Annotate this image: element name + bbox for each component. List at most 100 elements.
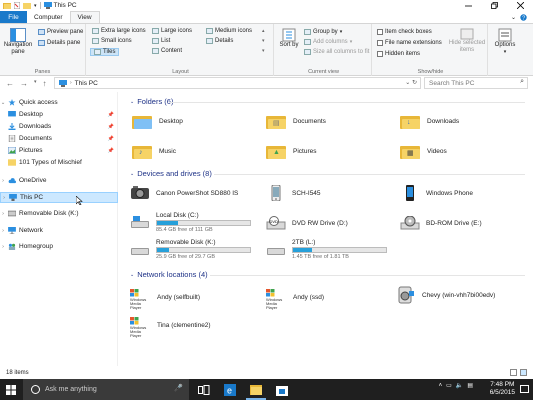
message-icon[interactable]: ▤ (467, 382, 473, 389)
taskbar-clock[interactable]: 7:48 PM 6/5/2015 (490, 381, 515, 397)
sidebar-item-network[interactable]: › Network (0, 225, 118, 236)
device-windows-phone[interactable]: Windows Phone (400, 185, 473, 201)
customize-toolbar-icon[interactable]: ▾ (34, 3, 37, 9)
navigation-pane-button[interactable]: Navigation pane (2, 28, 34, 56)
maximize-button[interactable] (481, 0, 507, 11)
sidebar-item-removable-disk[interactable]: › Removable Disk (K:) (0, 208, 118, 219)
drive-removable-k[interactable]: Removable Disk (K:) 25.9 GB free of 29.7… (130, 239, 251, 260)
drive-2tb-l[interactable]: 2TB (L:) 1.45 TB free of 1.81 TB (266, 239, 387, 260)
expand-chevron-icon[interactable]: › (0, 178, 6, 184)
hidden-items-toggle[interactable]: Hidden items (377, 51, 420, 57)
extra-large-icons-option[interactable]: Extra large icons (92, 28, 146, 34)
help-icon[interactable]: ? (520, 13, 527, 21)
up-arrow-icon[interactable]: ↑ (43, 79, 47, 88)
search-input[interactable]: Search This PC ⌕ (424, 77, 528, 89)
large-icons-view-icon[interactable] (520, 369, 527, 376)
taskbar-search-input[interactable]: Ask me anything 🎤 (23, 379, 189, 400)
large-icons-option[interactable]: Large icons (152, 28, 192, 34)
item-check-boxes-checkbox[interactable] (377, 29, 383, 35)
network-section-header[interactable]: ⌄ Network locations (4) (130, 270, 208, 279)
sidebar-item-homegroup[interactable]: › Homegroup (0, 241, 118, 252)
hidden-items-checkbox[interactable] (377, 51, 383, 57)
list-option[interactable]: List (152, 38, 170, 44)
pin-icon[interactable]: 📌 (108, 124, 114, 130)
folder-downloads[interactable]: ↓ Downloads (400, 114, 459, 129)
layout-scroll-down[interactable]: ▾ (262, 38, 265, 44)
group-by-button[interactable]: Group by ▾ (304, 29, 342, 35)
properties-icon[interactable] (14, 2, 20, 9)
content-option[interactable]: Content (152, 48, 182, 54)
sidebar-item-101-types-of-mischief[interactable]: 101 Types of Mischief (0, 157, 118, 168)
new-folder-icon[interactable] (23, 2, 31, 9)
details-pane-button[interactable]: Details pane (38, 40, 80, 46)
sidebar-item-desktop[interactable]: Desktop 📌 (0, 109, 118, 120)
forward-arrow-icon[interactable]: → (20, 79, 28, 88)
show-hidden-icons-icon[interactable]: ˄ (439, 383, 443, 389)
collapse-chevron-icon[interactable]: ⌄ (130, 171, 134, 177)
expand-chevron-icon[interactable]: › (0, 211, 6, 217)
drive-local-disk-c[interactable]: Local Disk (C:) 85.4 GB free of 111 GB (130, 212, 251, 233)
file-explorer-button[interactable] (246, 383, 266, 400)
collapse-chevron-icon[interactable]: ⌄ (0, 100, 6, 106)
options-button[interactable]: Options ▾ (490, 28, 520, 56)
address-dropdown-icon[interactable]: ⌄ (405, 80, 410, 86)
back-arrow-icon[interactable]: ← (6, 79, 14, 88)
devices-section-header[interactable]: ⌄ Devices and drives (8) (130, 169, 212, 178)
close-button[interactable] (507, 0, 533, 11)
collapse-chevron-icon[interactable]: ⌄ (130, 272, 134, 278)
start-button[interactable] (0, 379, 22, 400)
add-columns-button[interactable]: Add columns ▾ (304, 39, 352, 45)
expand-chevron-icon[interactable]: › (0, 244, 6, 250)
folder-desktop[interactable]: Desktop (132, 114, 183, 129)
network-location-chevy[interactable]: Chevy (win-vhh7bi00edv) (396, 285, 495, 305)
sidebar-item-pictures[interactable]: Pictures 📌 (0, 145, 118, 156)
breadcrumb[interactable]: This PC (75, 80, 98, 87)
folder-videos[interactable]: ▦ Videos (400, 144, 447, 159)
microphone-icon[interactable]: 🎤 (174, 384, 183, 392)
tab-view[interactable]: View (69, 11, 100, 23)
task-view-button[interactable] (198, 383, 210, 396)
edge-browser-button[interactable]: e (224, 383, 236, 396)
volume-icon[interactable]: 🔈 (456, 382, 463, 389)
search-icon[interactable]: ⌕ (520, 78, 524, 86)
pin-icon[interactable]: 📌 (108, 136, 114, 142)
minimize-button[interactable] (455, 0, 481, 11)
sort-by-button[interactable]: Sort by (278, 28, 300, 49)
small-icons-option[interactable]: Small icons (92, 38, 132, 44)
file-name-extensions-toggle[interactable]: File name extensions (377, 40, 442, 46)
tab-file[interactable]: File (0, 11, 27, 23)
preview-pane-button[interactable]: Preview pane (38, 29, 83, 35)
sidebar-item-onedrive[interactable]: › OneDrive (0, 175, 118, 186)
folder-documents[interactable]: ▤ Documents (266, 114, 326, 129)
breadcrumb-separator-icon[interactable]: › (70, 80, 72, 86)
sidebar-item-downloads[interactable]: Downloads 📌 (0, 121, 118, 132)
sidebar-item-this-pc[interactable]: › This PC (0, 192, 118, 205)
hide-selected-button[interactable]: Hide selected items (448, 28, 486, 54)
expand-chevron-icon[interactable]: › (0, 228, 6, 234)
store-button[interactable] (276, 383, 288, 396)
expand-chevron-icon[interactable]: › (1, 195, 7, 201)
details-view-icon[interactable] (510, 369, 517, 376)
folder-pictures[interactable]: ▲ Pictures (266, 144, 316, 159)
sidebar-item-quick-access[interactable]: ⌄ Quick access (0, 97, 118, 108)
medium-icons-option[interactable]: Medium icons (206, 28, 252, 34)
network-tray-icon[interactable]: ▭ (446, 382, 452, 389)
layout-scroll-up[interactable]: ▴ (262, 28, 265, 34)
file-name-extensions-checkbox[interactable] (377, 40, 383, 46)
recent-locations-icon[interactable]: ▾ (34, 79, 37, 88)
folder-music[interactable]: ♪ Music (132, 144, 176, 159)
collapse-chevron-icon[interactable]: ⌄ (130, 99, 134, 105)
sidebar-item-documents[interactable]: Documents 📌 (0, 133, 118, 144)
folders-section-header[interactable]: ⌄ Folders (6) (130, 97, 173, 106)
device-sch-i545[interactable]: SCH-I545 (266, 185, 321, 201)
tiles-option[interactable]: Tiles (90, 48, 120, 56)
item-check-boxes-toggle[interactable]: Item check boxes (377, 29, 432, 35)
refresh-icon[interactable]: ↻ (412, 80, 417, 86)
network-location-andy-selfbuilt[interactable]: Windows Media Player Andy (selfbuilt) (130, 289, 200, 310)
ribbon-expand-icon[interactable]: ⌄ (511, 14, 516, 21)
details-option[interactable]: Details (206, 38, 233, 44)
drive-bd-rom-e[interactable]: BD-ROM Drive (E:) (400, 216, 482, 230)
device-canon-camera[interactable]: Canon PowerShot SD880 IS (130, 185, 238, 201)
pin-icon[interactable]: 📌 (108, 148, 114, 154)
size-all-columns-button[interactable]: Size all columns to fit (304, 49, 369, 55)
